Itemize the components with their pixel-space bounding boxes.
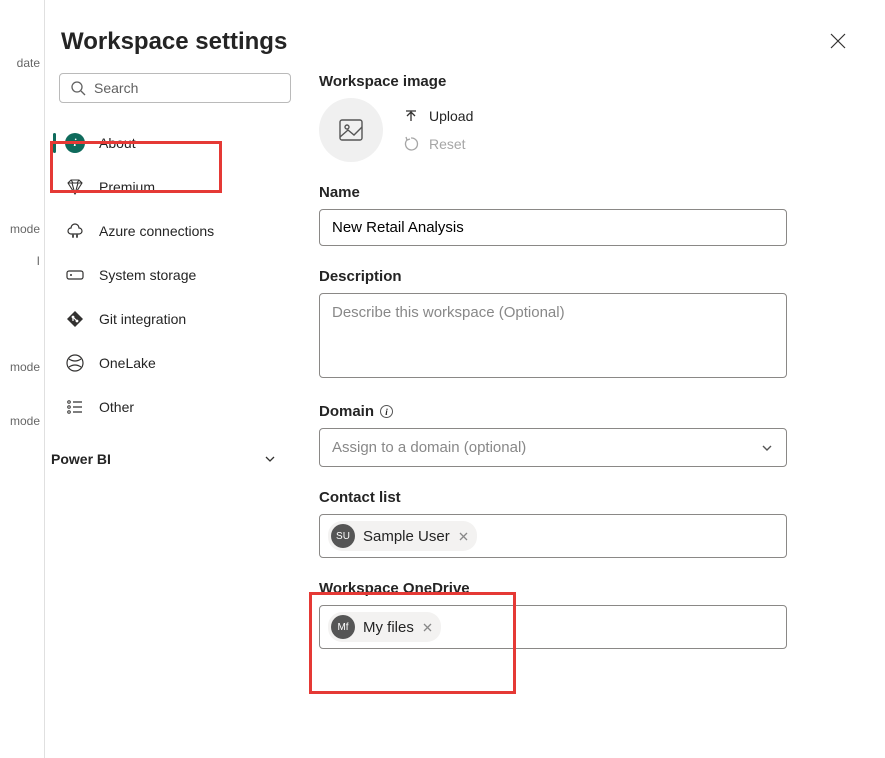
field-workspace-image: Workspace image Upload Reset — [319, 73, 787, 162]
upload-button[interactable]: Upload — [403, 108, 473, 124]
search-icon — [70, 80, 86, 96]
chip-label: Sample User — [363, 528, 450, 545]
nav-item-azure[interactable]: Azure connections — [45, 209, 291, 253]
bg-item: date — [0, 50, 44, 76]
onedrive-chip: Mf My files — [328, 612, 441, 642]
settings-sidebar: i About Premium Azure connections System… — [45, 69, 305, 758]
cloud-icon — [65, 221, 85, 241]
nav-item-label: Other — [99, 399, 134, 415]
chip-remove-button[interactable] — [458, 531, 469, 542]
nav-item-label: System storage — [99, 267, 196, 283]
nav-item-label: OneLake — [99, 355, 156, 371]
field-domain: Domain i Assign to a domain (optional) — [319, 403, 787, 467]
storage-icon — [65, 265, 85, 285]
avatar: SU — [331, 524, 355, 548]
close-icon — [829, 32, 847, 50]
nav-item-label: Git integration — [99, 311, 186, 327]
contact-chip: SU Sample User — [328, 521, 477, 551]
nav-item-onelake[interactable]: OneLake — [45, 341, 291, 385]
close-icon — [458, 531, 469, 542]
dialog-header: Workspace settings — [45, 0, 885, 69]
close-button[interactable] — [825, 28, 851, 57]
onedrive-input[interactable]: Mf My files — [319, 605, 787, 649]
section-label: Power BI — [51, 451, 111, 467]
field-name: Name — [319, 184, 787, 246]
onedrive-label: Workspace OneDrive — [319, 580, 787, 597]
domain-label: Domain — [319, 403, 374, 420]
nav-item-git[interactable]: Git integration — [45, 297, 291, 341]
name-input[interactable] — [319, 209, 787, 246]
nav-item-label: Azure connections — [99, 223, 214, 239]
bg-item: mode — [0, 408, 44, 434]
reset-button: Reset — [403, 136, 473, 152]
description-input[interactable] — [319, 293, 787, 378]
nav-item-about[interactable]: i About — [45, 121, 291, 165]
info-icon: i — [65, 133, 85, 153]
info-icon[interactable]: i — [380, 405, 393, 418]
chevron-down-icon — [760, 441, 774, 455]
image-icon — [336, 115, 366, 145]
settings-main: Workspace image Upload Reset — [305, 69, 885, 758]
bg-item: mode — [0, 216, 44, 242]
contact-list-label: Contact list — [319, 489, 787, 506]
reset-icon — [403, 136, 419, 152]
name-label: Name — [319, 184, 787, 201]
chip-remove-button[interactable] — [422, 622, 433, 633]
chevron-down-icon — [263, 452, 277, 466]
contact-list-input[interactable]: SU Sample User — [319, 514, 787, 558]
diamond-icon — [65, 177, 85, 197]
nav-item-other[interactable]: Other — [45, 385, 291, 429]
nav-item-storage[interactable]: System storage — [45, 253, 291, 297]
field-onedrive: Workspace OneDrive Mf My files — [319, 580, 787, 649]
upload-icon — [403, 108, 419, 124]
nav-item-label: Premium — [99, 179, 155, 195]
close-icon — [422, 622, 433, 633]
nav-item-label: About — [99, 135, 136, 151]
workspace-image-placeholder — [319, 98, 383, 162]
onelake-icon — [65, 353, 85, 373]
dialog-title: Workspace settings — [61, 28, 287, 56]
list-icon — [65, 397, 85, 417]
search-input[interactable] — [94, 80, 280, 96]
workspace-image-label: Workspace image — [319, 73, 787, 90]
avatar: Mf — [331, 615, 355, 639]
bg-item: mode — [0, 354, 44, 380]
chip-label: My files — [363, 619, 414, 636]
description-label: Description — [319, 268, 787, 285]
domain-select[interactable]: Assign to a domain (optional) — [319, 428, 787, 467]
domain-placeholder: Assign to a domain (optional) — [332, 439, 526, 456]
background-app-sidebar: date mode I mode mode — [0, 0, 45, 758]
field-description: Description — [319, 268, 787, 381]
field-contact-list: Contact list SU Sample User — [319, 489, 787, 558]
workspace-settings-dialog: Workspace settings i About Premium Azure… — [45, 0, 885, 758]
search-box[interactable] — [59, 73, 291, 103]
section-powerbi[interactable]: Power BI — [45, 429, 291, 479]
git-icon — [65, 309, 85, 329]
nav-item-premium[interactable]: Premium — [45, 165, 291, 209]
